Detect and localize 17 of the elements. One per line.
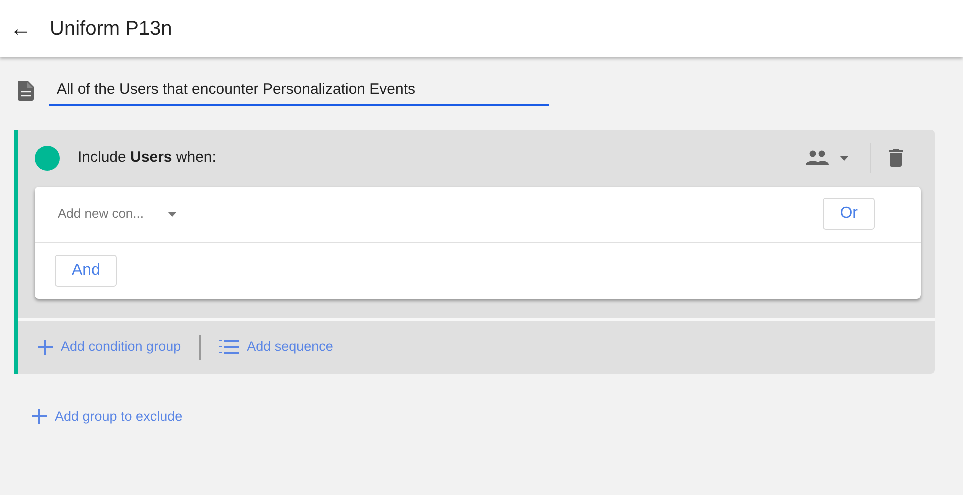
add-condition-group-link[interactable]: Add condition group	[38, 336, 182, 358]
condition-dropdown[interactable]: Add new con...	[58, 204, 177, 224]
include-label: Include Users when:	[78, 148, 216, 168]
and-button[interactable]: And	[55, 254, 118, 286]
plus-icon	[38, 340, 53, 354]
or-button[interactable]: Or	[823, 198, 875, 230]
trash-icon[interactable]	[889, 149, 903, 167]
segment-name-field[interactable]: All of the Users that encounter Personalization Events	[49, 77, 549, 106]
document-icon	[18, 81, 34, 102]
add-exclude-group-link[interactable]: Add group to exclude	[32, 406, 183, 427]
add-sequence-link[interactable]: Add sequence	[219, 336, 334, 358]
page-title: Uniform P13n	[50, 16, 172, 42]
back-button[interactable]: ←	[10, 18, 32, 40]
people-dropdown-icon[interactable]	[806, 150, 852, 166]
plus-icon	[32, 409, 47, 424]
caret-icon	[168, 212, 177, 216]
numbered-list-icon	[219, 339, 240, 355]
